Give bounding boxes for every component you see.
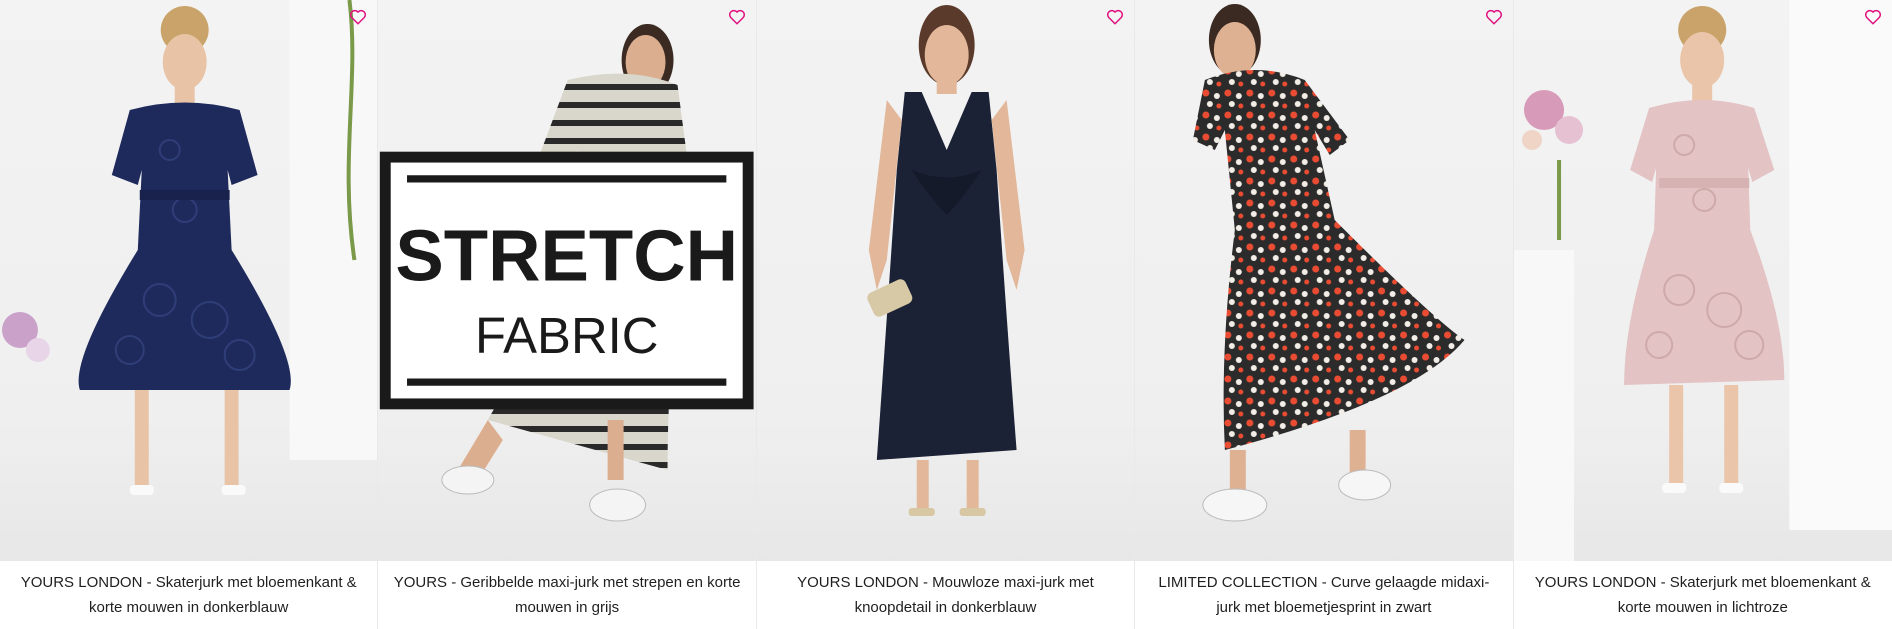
model-illustration	[1, 0, 378, 495]
heart-outline-icon[interactable]	[1862, 6, 1884, 28]
stretch-fabric-badge: STRETCH FABRIC	[380, 151, 754, 410]
model-illustration	[1513, 0, 1892, 561]
product-card[interactable]: YOURS LONDON - Skaterjurk met bloemenkan…	[1513, 0, 1892, 629]
product-title[interactable]: YOURS LONDON - Mouwloze maxi-jurk met kn…	[757, 561, 1134, 629]
model-illustration	[867, 5, 1025, 516]
heart-outline-icon[interactable]	[347, 6, 369, 28]
product-title[interactable]: YOURS LONDON - Skaterjurk met bloemenkan…	[1514, 561, 1892, 629]
product-card[interactable]: STRETCH FABRIC YOURS - Geribbelde maxi-j…	[378, 0, 757, 629]
svg-text:FABRIC: FABRIC	[475, 307, 658, 364]
heart-outline-icon[interactable]	[726, 6, 748, 28]
svg-text:STRETCH: STRETCH	[396, 216, 739, 297]
product-card[interactable]: LIMITED COLLECTION - Curve gelaagde mida…	[1135, 0, 1514, 629]
product-image[interactable]	[1513, 0, 1892, 561]
product-card[interactable]: YOURS LONDON - Mouwloze maxi-jurk met kn…	[756, 0, 1136, 629]
product-image[interactable]	[756, 0, 1135, 561]
product-title[interactable]: YOURS LONDON - Skaterjurk met bloemenkan…	[0, 561, 377, 629]
product-title[interactable]: YOURS - Geribbelde maxi-jurk met strepen…	[378, 561, 755, 629]
heart-outline-icon[interactable]	[1483, 6, 1505, 28]
product-image[interactable]	[0, 0, 378, 561]
product-title[interactable]: LIMITED COLLECTION - Curve gelaagde mida…	[1135, 561, 1512, 629]
product-image[interactable]	[1135, 0, 1513, 561]
model-illustration	[1193, 4, 1465, 522]
product-image[interactable]: STRETCH FABRIC	[378, 0, 756, 561]
heart-outline-icon[interactable]	[1104, 6, 1126, 28]
product-card[interactable]: YOURS LONDON - Skaterjurk met bloemenkan…	[0, 0, 379, 629]
product-grid: YOURS LONDON - Skaterjurk met bloemenkan…	[0, 0, 1892, 629]
